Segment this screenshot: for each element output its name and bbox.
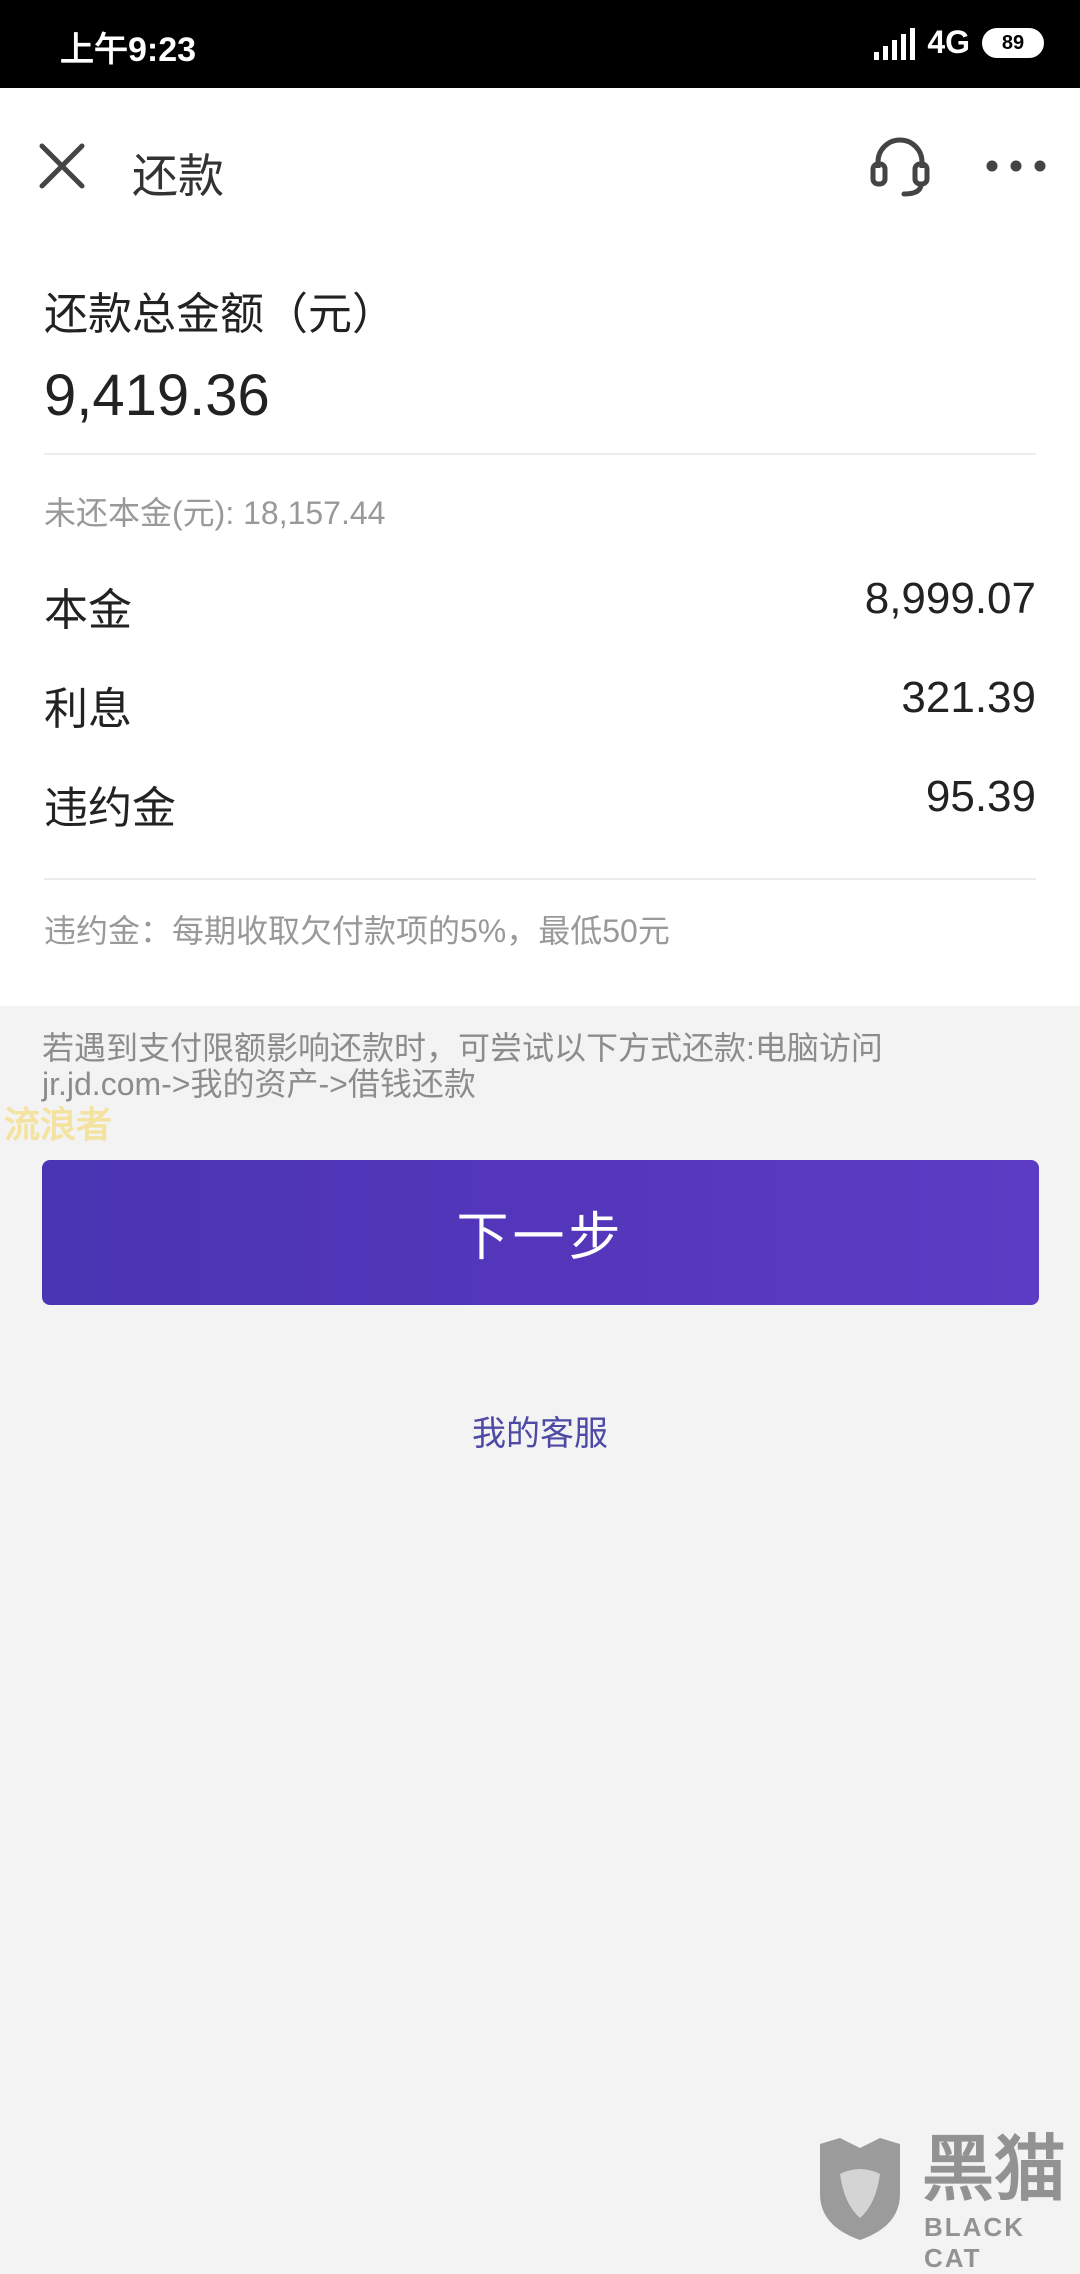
divider	[44, 453, 1036, 455]
status-indicators: 4G 89	[874, 24, 1044, 61]
tip-line: 若遇到支付限额影响还款时，可尝试以下方式还款:电脑访问	[42, 1030, 883, 1066]
status-time: 上午9:23	[60, 31, 197, 69]
breakdown-label: 违约金	[44, 784, 176, 833]
app-header: 还款	[0, 88, 1080, 248]
breakdown-row-interest: 利息 321.39	[44, 673, 1036, 734]
user-watermark: 流浪者	[4, 1104, 113, 1145]
breakdown-value: 321.39	[901, 673, 1036, 722]
page-title: 还款	[132, 150, 224, 202]
divider	[44, 878, 1036, 880]
customer-service-link-text[interactable]: 我的客服	[472, 1415, 608, 1453]
breakdown-value: 8,999.07	[864, 574, 1036, 623]
repayment-tip: 若遇到支付限额影响还款时，可尝试以下方式还款:电脑访问 jr.jd.com->我…	[42, 1030, 1042, 1102]
repayment-card: 还款总金额（元） 9,419.36 未还本金(元): 18,157.44 本金 …	[0, 248, 1080, 1006]
status-bar: 上午9:23 4G 89	[0, 0, 1080, 88]
breakdown-row-penalty: 违约金 95.39	[44, 772, 1036, 833]
penalty-note: 违约金：每期收取欠付款项的5%，最低50元	[44, 913, 670, 949]
total-amount-label: 还款总金额（元）	[44, 290, 396, 339]
breakdown-value: 95.39	[925, 772, 1036, 821]
total-amount-value: 9,419.36	[44, 363, 270, 428]
customer-service-link: 我的客服	[0, 1406, 1080, 1455]
cat-shield-icon	[820, 2138, 900, 2240]
brand-watermark: 黑猫 BLACK CAT	[806, 2130, 1076, 2273]
breakdown-label: 本金	[44, 586, 132, 635]
tip-line: jr.jd.com->我的资产->借钱还款	[42, 1066, 476, 1102]
breakdown-row-principal: 本金 8,999.07	[44, 574, 1036, 635]
headset-icon[interactable]	[864, 130, 936, 202]
more-horizontal-icon[interactable]	[984, 142, 1048, 190]
signal-icon	[874, 26, 916, 60]
close-icon[interactable]	[34, 138, 90, 194]
next-step-button[interactable]: 下一步	[42, 1160, 1039, 1305]
breakdown-label: 利息	[44, 685, 132, 734]
battery-icon: 89	[982, 27, 1044, 58]
brand-watermark-title: 黑猫	[922, 2130, 1067, 2210]
unpaid-principal: 未还本金(元): 18,157.44	[44, 495, 386, 531]
brand-watermark-subtitle: BLACK CAT	[924, 2212, 1025, 2273]
network-type: 4G	[927, 24, 970, 60]
